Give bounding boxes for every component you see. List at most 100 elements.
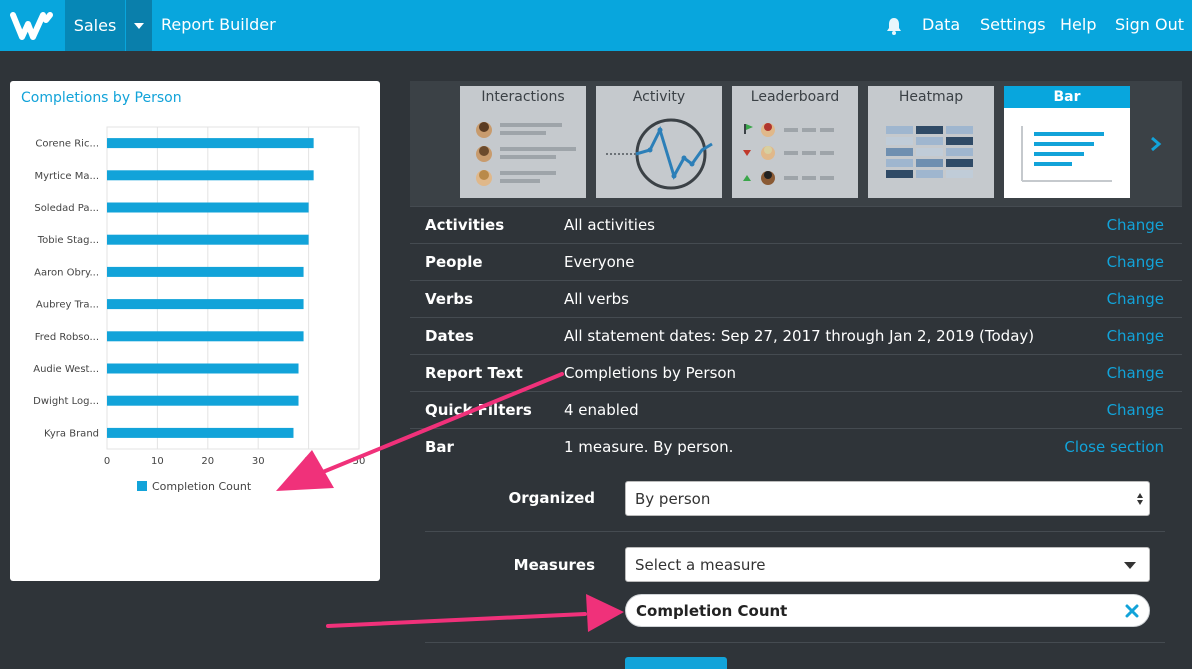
heatmap-cell [916,148,943,156]
y-category-label: Myrtice Ma... [35,171,99,182]
y-category-label: Soledad Pa... [34,203,99,214]
settings-row-bar: Bar 1 measure. By person. Close section [410,428,1182,465]
app-logo-icon[interactable] [0,0,65,51]
remove-measure-icon[interactable] [1125,604,1139,618]
breadcrumb[interactable]: Report Builder [161,15,276,34]
legend-swatch [137,481,147,491]
chevron-down-icon [1124,562,1136,569]
settings-row-dates: Dates All statement dates: Sep 27, 2017 … [410,317,1182,354]
type-card-bar[interactable]: Bar [1004,86,1130,198]
y-category-label: Aubrey Tra... [36,300,99,311]
heatmap-cell [946,148,973,156]
x-tick-label: 0 [104,456,110,467]
heatmap-cell [916,170,943,178]
x-tick-label: 10 [151,456,164,467]
type-card-interactions[interactable]: Interactions [460,86,586,198]
heatmap-cell [916,159,943,167]
row-label: People [425,253,483,271]
heatmap-cell [946,126,973,134]
row-value: 1 measure. By person. [564,438,734,456]
bar [107,138,314,149]
top-navigation-bar: Sales Report Builder Data Settings Help … [0,0,1192,51]
activity-thumbnail-icon [606,118,713,190]
row-label: Dates [425,327,474,345]
heatmap-cell [916,137,943,145]
row-label: Activities [425,216,505,234]
x-tick-label: 20 [201,456,214,467]
type-card-heatmap[interactable]: Heatmap [868,86,994,198]
x-tick-label: 30 [252,456,265,467]
change-quick-filters-link[interactable]: Change [1107,401,1164,419]
row-label: Report Text [425,364,523,382]
change-dates-link[interactable]: Change [1107,327,1164,345]
row-label: Verbs [425,290,474,308]
change-report-text-link[interactable]: Change [1107,364,1164,382]
bar-chart: 0 10 20 30 40 50 Corene Ric... Myrtice Ma... Sol… [33,126,366,493]
bar [107,234,309,245]
settings-row-verbs: Verbs All verbs Change [410,280,1182,317]
bar [107,427,294,438]
heatmap-cell [886,148,913,156]
y-category-label: Dwight Log... [33,396,99,407]
row-label: Quick Filters [425,401,532,419]
bar [107,266,304,277]
row-value: 4 enabled [564,401,639,419]
row-label: Bar [425,438,454,456]
type-card-leaderboard[interactable]: Leaderboard [732,86,858,198]
legend-label: Completion Count [152,480,252,493]
change-people-link[interactable]: Change [1107,253,1164,271]
divider [425,642,1165,643]
measure-select-placeholder: Select a measure [635,556,766,574]
y-category-label: Fred Robso... [35,332,99,343]
y-category-label: Aaron Obry... [34,267,99,278]
nav-help[interactable]: Help [1060,15,1096,34]
select-updown-icon [1137,493,1143,505]
workspace-dropdown-icon[interactable] [126,0,152,51]
row-value: All verbs [564,290,629,308]
bar [107,202,309,213]
change-activities-link[interactable]: Change [1107,216,1164,234]
chart-preview-card: Completions by Person 0 10 20 30 40 50 Corene … [10,81,380,581]
heatmap-cell [886,170,913,178]
heatmap-cell [886,159,913,167]
change-verbs-link[interactable]: Change [1107,290,1164,308]
notifications-bell-icon[interactable] [886,17,902,39]
x-tick-label: 40 [302,456,315,467]
heatmap-cell [946,137,973,145]
row-value: All activities [564,216,655,234]
selected-measure-tag: Completion Count [625,594,1150,627]
bar [107,363,299,374]
nav-settings[interactable]: Settings [980,15,1046,34]
settings-row-quick-filters: Quick Filters 4 enabled Change [410,391,1182,428]
report-type-selector: Interactions Activity Leaderboard Heatma… [410,81,1182,206]
y-category-label: Kyra Brand [44,428,99,439]
bar [107,299,304,310]
heatmap-cell [916,126,943,134]
bar [107,331,304,342]
x-tick-label: 50 [353,456,366,467]
measure-select[interactable]: Select a measure [625,547,1150,582]
selected-measure-label: Completion Count [636,602,788,620]
settings-row-people: People Everyone Change [410,243,1182,280]
row-value: Completions by Person [564,364,737,382]
interactions-thumbnail-icon [476,122,576,186]
workspace-button[interactable]: Sales [65,0,125,51]
y-category-label: Audie West... [33,364,99,375]
close-section-link[interactable]: Close section [1064,438,1164,456]
bar-thumbnail-icon [1021,126,1112,182]
organized-label: Organized [508,489,595,507]
save-button[interactable] [625,657,727,669]
next-types-chevron-icon[interactable] [1146,132,1166,156]
heatmap-cell [886,126,913,134]
nav-data[interactable]: Data [922,15,960,34]
nav-sign-out[interactable]: Sign Out [1115,15,1184,34]
y-category-label: Corene Ric... [35,139,99,150]
bar [107,395,299,406]
divider [425,531,1165,532]
heatmap-cell [946,159,973,167]
organized-select[interactable]: By person [625,481,1150,516]
type-card-activity[interactable]: Activity [596,86,722,198]
measures-label: Measures [513,556,595,574]
row-value: Everyone [564,253,635,271]
row-value: All statement dates: Sep 27, 2017 throug… [564,327,1035,345]
